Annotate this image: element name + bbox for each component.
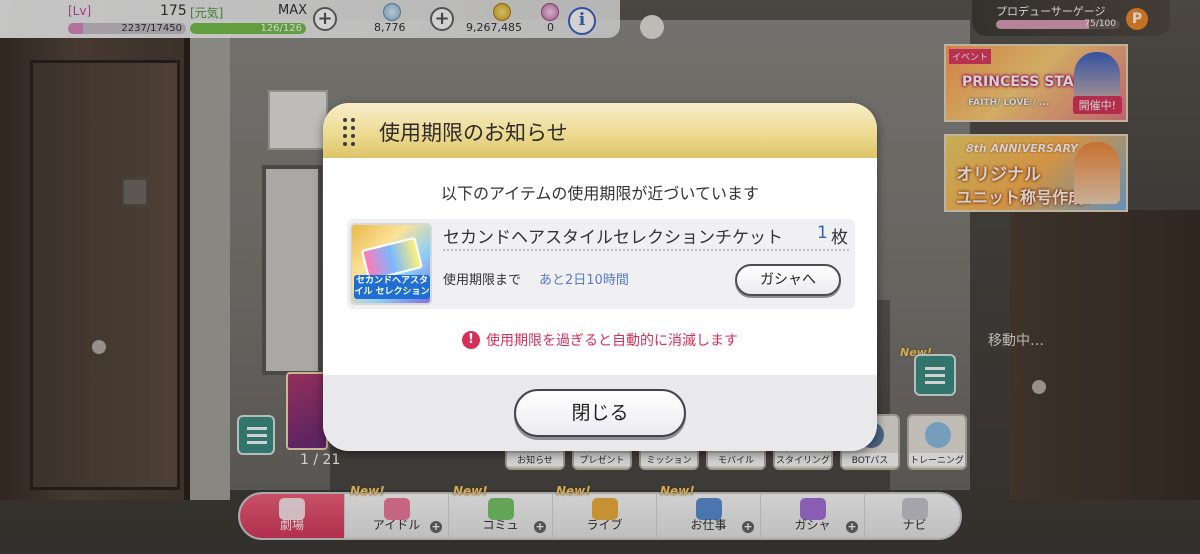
exclamation-icon: !	[462, 331, 480, 349]
expiry-remaining: あと2日10時間	[539, 273, 629, 288]
dialog-message: 以下のアイテムの使用期限が近づいています	[441, 184, 759, 203]
expiry-notice-dialog: 使用期限のお知らせ 以下のアイテムの使用期限が近づいています セカンドヘアスタイ…	[323, 103, 877, 451]
warning-text: 使用期限を過ぎると自動的に消滅します	[486, 333, 738, 349]
dialog-header: 使用期限のお知らせ	[323, 103, 877, 158]
close-button[interactable]: 閉じる	[514, 389, 686, 437]
expiry-warning: ! 使用期限を過ぎると自動的に消滅します	[323, 330, 877, 350]
item-count-unit: 枚	[831, 228, 848, 248]
dotted-divider	[443, 249, 849, 251]
grip-icon	[343, 116, 357, 146]
thumbnail-label: セカンドヘアスタイル セレクション	[354, 275, 430, 299]
go-to-gacha-button[interactable]: ガシャへ	[735, 264, 841, 296]
item-count: 1	[817, 223, 828, 243]
dialog-title: 使用期限のお知らせ	[379, 121, 568, 145]
ticket-thumbnail: セカンドヘアスタイル セレクション	[350, 223, 432, 305]
item-name: セカンドヘアスタイルセレクションチケット	[443, 228, 783, 248]
expiry-label: 使用期限まで	[443, 273, 522, 288]
expiring-item-card: セカンドヘアスタイル セレクション セカンドヘアスタイルセレクションチケット 1…	[347, 219, 855, 309]
dialog-footer: 閉じる	[323, 375, 877, 451]
